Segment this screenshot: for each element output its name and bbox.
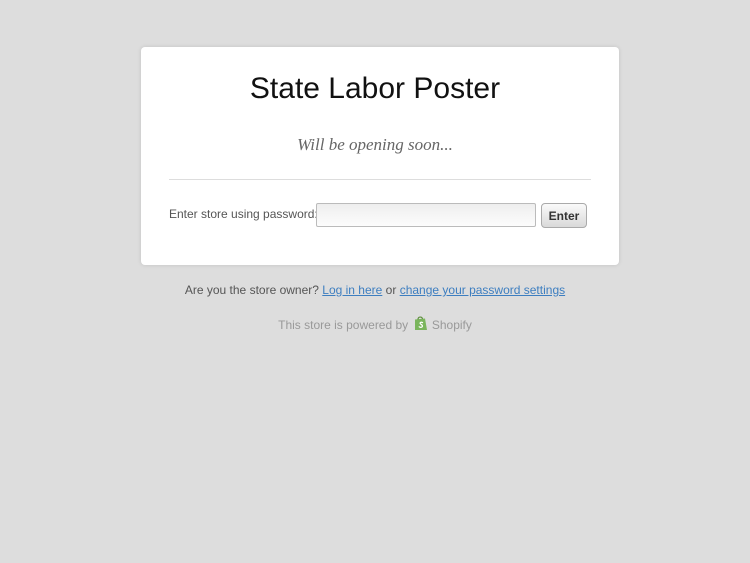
powered-by: This store is powered by Shopify [0,316,750,336]
shopify-bag-icon [414,315,428,335]
password-settings-link[interactable]: change your password settings [400,283,565,297]
owner-question: Are you the store owner? [184,283,319,297]
login-link[interactable]: Log in here [322,283,382,297]
password-input[interactable] [316,203,536,227]
password-label: Enter store using password: [169,207,318,221]
page-title: State Labor Poster [249,72,501,105]
powered-by-text: This store is powered by [278,318,409,333]
connector-text: or [385,283,397,297]
divider [169,179,591,180]
store-owner-prompt: Are you the store owner? Log in here or … [0,282,750,298]
shopify-label: Shopify [431,318,472,333]
enter-button[interactable]: Enter [541,203,587,228]
opening-soon-message: Will be opening soon... [297,135,453,154]
